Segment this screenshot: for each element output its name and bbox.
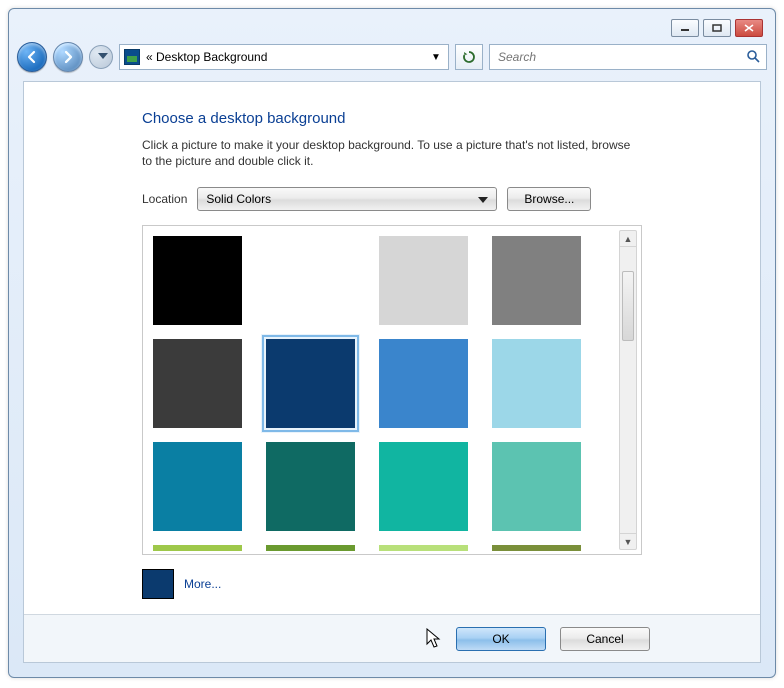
maximize-button[interactable] — [703, 19, 731, 37]
color-swatch[interactable] — [266, 339, 355, 428]
window-caption-buttons — [671, 19, 763, 37]
color-swatch[interactable] — [153, 545, 242, 551]
color-swatch[interactable] — [153, 236, 242, 325]
refresh-button[interactable] — [455, 44, 483, 70]
scrollbar[interactable]: ▲ ▼ — [619, 230, 637, 550]
scroll-down-button[interactable]: ▼ — [620, 533, 636, 549]
color-swatch[interactable] — [266, 545, 355, 551]
cancel-button[interactable]: Cancel — [560, 627, 650, 651]
close-button[interactable] — [735, 19, 763, 37]
color-swatch[interactable] — [492, 339, 581, 428]
location-value: Solid Colors — [206, 192, 271, 206]
color-swatch[interactable] — [379, 339, 468, 428]
content-pane: Choose a desktop background Click a pict… — [23, 81, 761, 663]
color-swatch[interactable] — [492, 442, 581, 531]
scroll-up-button[interactable]: ▲ — [620, 231, 636, 247]
location-label: Location — [142, 192, 187, 206]
search-icon[interactable] — [746, 49, 760, 66]
address-bar[interactable]: « Desktop Background ▼ — [119, 44, 449, 70]
selected-color-preview — [142, 569, 174, 599]
color-swatch[interactable] — [266, 236, 355, 325]
color-swatch[interactable] — [153, 442, 242, 531]
search-input[interactable] — [496, 49, 746, 65]
color-swatch[interactable] — [153, 339, 242, 428]
color-swatch-list: ▲ ▼ — [142, 225, 642, 555]
address-dropdown-icon[interactable]: ▼ — [428, 52, 444, 63]
color-swatch[interactable] — [266, 442, 355, 531]
color-swatch[interactable] — [492, 545, 581, 551]
dialog-footer: OK Cancel — [24, 614, 760, 662]
control-panel-window: « Desktop Background ▼ Choose a desktop … — [8, 8, 776, 678]
more-colors-link[interactable]: More... — [184, 577, 221, 591]
location-combobox[interactable]: Solid Colors — [197, 187, 497, 211]
color-swatch[interactable] — [379, 442, 468, 531]
search-box[interactable] — [489, 44, 767, 70]
nav-history-dropdown[interactable] — [89, 45, 113, 69]
instructions-text: Click a picture to make it your desktop … — [142, 137, 642, 169]
desktop-background-icon — [124, 49, 140, 65]
toolbar: « Desktop Background ▼ — [17, 41, 767, 73]
minimize-button[interactable] — [671, 19, 699, 37]
color-swatch[interactable] — [379, 236, 468, 325]
nav-back-button[interactable] — [17, 42, 47, 72]
color-swatch[interactable] — [379, 545, 468, 551]
scroll-thumb[interactable] — [622, 271, 634, 341]
browse-button[interactable]: Browse... — [507, 187, 591, 211]
nav-forward-button[interactable] — [53, 42, 83, 72]
breadcrumb: « Desktop Background — [146, 50, 422, 64]
page-title: Choose a desktop background — [142, 110, 642, 127]
ok-button[interactable]: OK — [456, 627, 546, 651]
color-swatch[interactable] — [492, 236, 581, 325]
